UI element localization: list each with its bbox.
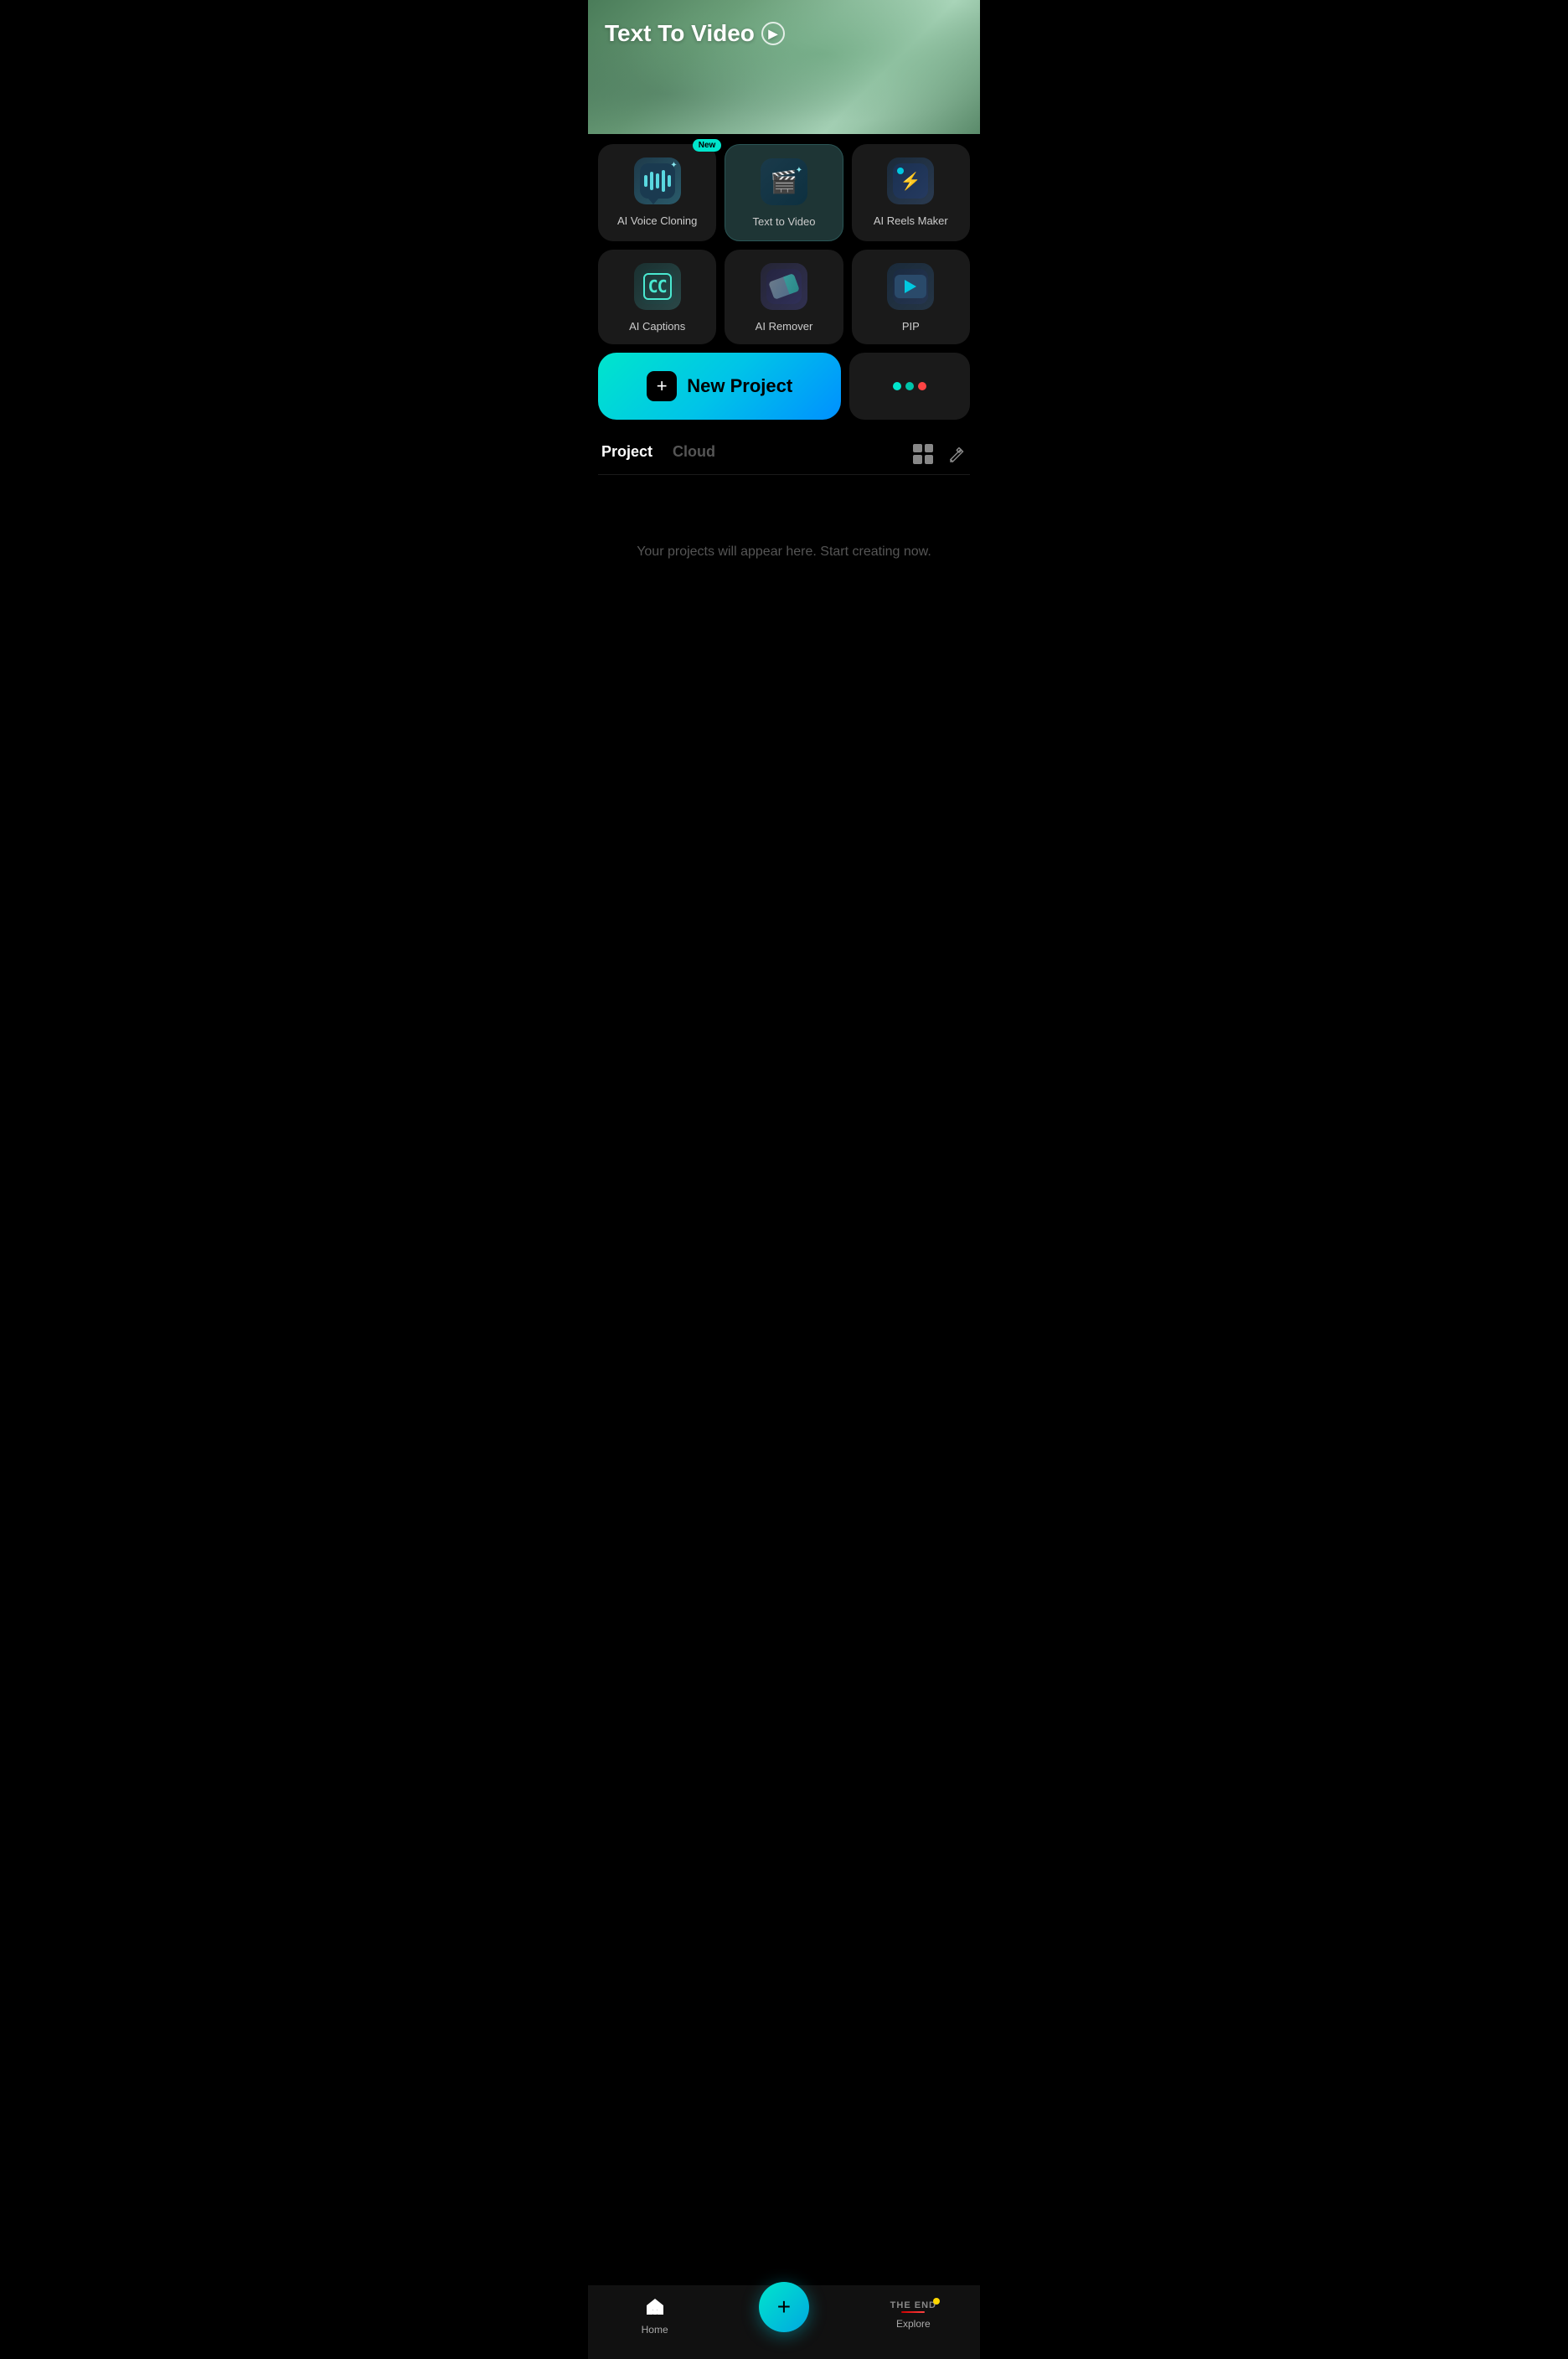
explore-logo-text: THE END [890,2301,936,2310]
video-icon-wrapper: 🎬 ✦ [761,158,807,205]
tab-cloud[interactable]: Cloud [673,443,715,464]
captions-icon-wrapper: CC [634,263,681,310]
voice-bars [644,170,671,192]
video-pencil-icon: 🎬 [771,169,797,194]
action-row: + New Project [598,353,970,431]
tool-label-reels-maker: AI Reels Maker [874,214,948,228]
video-icon-inner: 🎬 ✦ [771,169,797,195]
nav-item-explore[interactable]: THE END Explore [884,2301,942,2330]
tool-card-ai-remover[interactable]: AI Remover [725,250,843,345]
voice-icon-wrapper: ✦ [634,157,681,204]
nav-spacer [598,629,970,713]
pip-inner [893,269,928,304]
pip-play-icon [905,280,916,293]
tool-card-ai-captions[interactable]: CC AI Captions [598,250,716,345]
more-dot-2 [905,382,914,390]
new-project-label: New Project [687,375,792,397]
more-dot-1 [893,382,901,390]
explore-notification-dot [933,2298,940,2305]
remover-inner [766,269,802,304]
tool-card-ai-reels-maker[interactable]: ⚡ AI Reels Maker [852,144,970,241]
nav-explore-label: Explore [896,2318,931,2330]
empty-state-text: Your projects will appear here. Start cr… [637,545,931,559]
reels-inner: ⚡ [893,163,928,199]
main-content: New ✦ AI Voice Cloning [588,134,980,713]
home-icon [643,2295,667,2319]
tool-card-pip[interactable]: PIP [852,250,970,345]
tool-label-text-to-video: Text to Video [753,215,816,229]
edit-button[interactable] [946,444,967,464]
more-button[interactable] [849,353,970,420]
pip-icon-inner [895,275,926,298]
video-sparkle-icon: ✦ [796,166,802,175]
bottom-nav: Home + THE END Explore [588,2285,980,2359]
tool-card-text-to-video[interactable]: 🎬 ✦ Text to Video [725,144,843,241]
nav-item-home[interactable]: Home [626,2295,684,2336]
nav-create-plus-icon: + [777,2295,791,2319]
grid-dot-1 [913,444,922,453]
cc-icon: CC [643,273,672,300]
captions-inner: CC [640,269,675,304]
explore-logo: THE END [890,2301,936,2313]
tabs-left: Project Cloud [601,443,715,464]
empty-state: Your projects will appear here. Start cr… [598,475,970,629]
tool-label-captions: AI Captions [629,320,685,333]
voice-bar-1 [644,175,647,187]
pip-icon-wrapper [887,263,934,310]
tool-label-remover: AI Remover [756,320,813,333]
nav-home-label: Home [642,2324,668,2336]
more-dot-3 [918,382,926,390]
grid-dot-2 [925,444,934,453]
hero-title-icon: ▶ [761,22,785,45]
reels-icon-wrapper: ⚡ [887,157,934,204]
voice-bar-4 [662,170,665,192]
tool-label-voice-cloning: AI Voice Cloning [617,214,697,228]
lightning-icon: ⚡ [900,171,921,192]
tab-project[interactable]: Project [601,443,652,464]
tabs-row: Project Cloud [598,431,970,475]
explore-icon-wrapper: THE END [890,2301,936,2313]
speech-bubble-tail [648,199,658,204]
hero-title: Text To Video ▶ [605,20,785,47]
tool-card-ai-voice-cloning[interactable]: New ✦ AI Voice Cloning [598,144,716,241]
new-project-button[interactable]: + New Project [598,353,841,420]
hero-banner: Text To Video ▶ [588,0,980,134]
tabs-right [913,444,967,464]
tool-grid: New ✦ AI Voice Cloning [598,134,970,353]
new-badge: New [693,139,722,152]
grid-view-button[interactable] [913,444,933,464]
tool-label-pip: PIP [902,320,920,333]
new-project-plus-icon: + [647,371,677,401]
grid-dot-4 [925,455,934,464]
eraser-icon [768,273,800,300]
grid-dot-3 [913,455,922,464]
explore-logo-bar [901,2311,925,2313]
remover-icon-wrapper [761,263,807,310]
voice-bar-2 [650,172,653,190]
voice-bar-3 [656,173,659,188]
voice-bar-5 [668,175,671,187]
nav-create-button[interactable]: + [759,2282,809,2332]
hero-arrow-icon: ▶ [769,27,778,41]
hero-title-text: Text To Video [605,20,755,47]
